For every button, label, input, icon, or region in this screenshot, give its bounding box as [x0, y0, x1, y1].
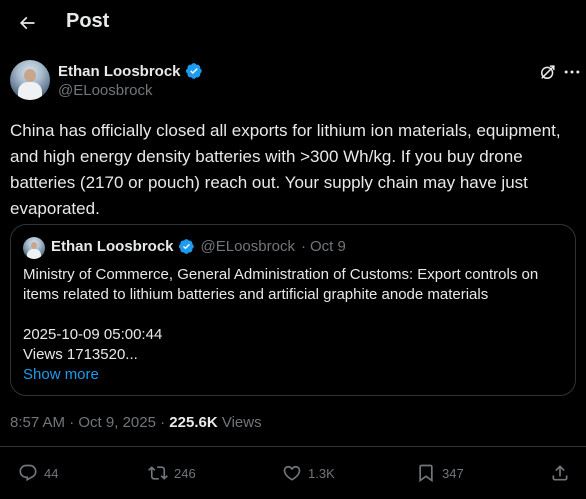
- bookmark-count: 347: [442, 465, 464, 481]
- top-bar: Post: [0, 0, 586, 46]
- like-count: 1.3K: [308, 465, 335, 481]
- reply-icon: [19, 464, 37, 482]
- quoted-avatar[interactable]: [23, 237, 45, 259]
- post-timestamp: 8:57 AM · Oct 9, 2025 · 225.6K Views: [10, 414, 262, 431]
- quoted-author-name[interactable]: Ethan Loosbrock: [51, 238, 174, 255]
- bookmark-icon: [419, 464, 433, 483]
- author-name-row[interactable]: Ethan Loosbrock: [58, 62, 203, 80]
- grok-icon[interactable]: [538, 62, 558, 82]
- like-button[interactable]: 1.3K: [282, 463, 335, 483]
- share-icon: [552, 465, 568, 481]
- quoted-line: Views 1713520...: [23, 346, 138, 363]
- verified-badge-icon: [178, 239, 194, 254]
- arrow-left-icon: [19, 16, 35, 30]
- heart-icon: [283, 465, 301, 481]
- quoted-author-handle[interactable]: @ELoosbrock: [201, 238, 295, 255]
- quoted-line: 2025-10-09 05:00:44: [23, 326, 163, 343]
- post-time[interactable]: 8:57 AM: [10, 414, 65, 431]
- quoted-post-date[interactable]: Oct 9: [310, 238, 346, 255]
- repost-count: 246: [174, 465, 196, 481]
- separator-dot: ·: [160, 414, 170, 431]
- verified-badge-icon: [185, 63, 202, 79]
- show-more-link[interactable]: Show more: [23, 365, 568, 385]
- bookmark-button[interactable]: 347: [416, 463, 464, 483]
- page-title: Post: [66, 10, 110, 32]
- author-handle[interactable]: @ELoosbrock: [58, 82, 152, 99]
- quoted-line: items related to lithium batteries and a…: [23, 286, 489, 303]
- quoted-post-text: Ministry of Commerce, General Administra…: [23, 265, 568, 385]
- post-author: Ethan Loosbrock @ELoosbrock: [10, 60, 580, 104]
- post-text: China has officially closed all exports …: [10, 121, 561, 218]
- back-button[interactable]: [12, 8, 42, 38]
- avatar[interactable]: [10, 60, 50, 100]
- repost-icon: [148, 466, 168, 480]
- more-options-icon[interactable]: [562, 62, 582, 82]
- author-name[interactable]: Ethan Loosbrock: [58, 63, 181, 80]
- quoted-line: Ministry of Commerce, General Administra…: [23, 266, 539, 283]
- views-count: 225.6K: [169, 414, 218, 431]
- share-button[interactable]: [550, 463, 570, 483]
- post-date[interactable]: Oct 9, 2025: [78, 414, 156, 431]
- views-label: Views: [221, 414, 262, 431]
- action-bar: 44 246 1.3K 347: [0, 446, 586, 499]
- reply-button[interactable]: 44: [18, 463, 58, 483]
- separator-dot: ·: [69, 414, 79, 431]
- separator-dot: ·: [300, 238, 306, 255]
- quoted-post-header: Ethan Loosbrock @ELoosbrock · Oct 9: [51, 238, 346, 255]
- reply-count: 44: [44, 465, 59, 481]
- quoted-post[interactable]: Ethan Loosbrock @ELoosbrock · Oct 9 Mini…: [10, 224, 576, 396]
- repost-button[interactable]: 246: [148, 463, 196, 483]
